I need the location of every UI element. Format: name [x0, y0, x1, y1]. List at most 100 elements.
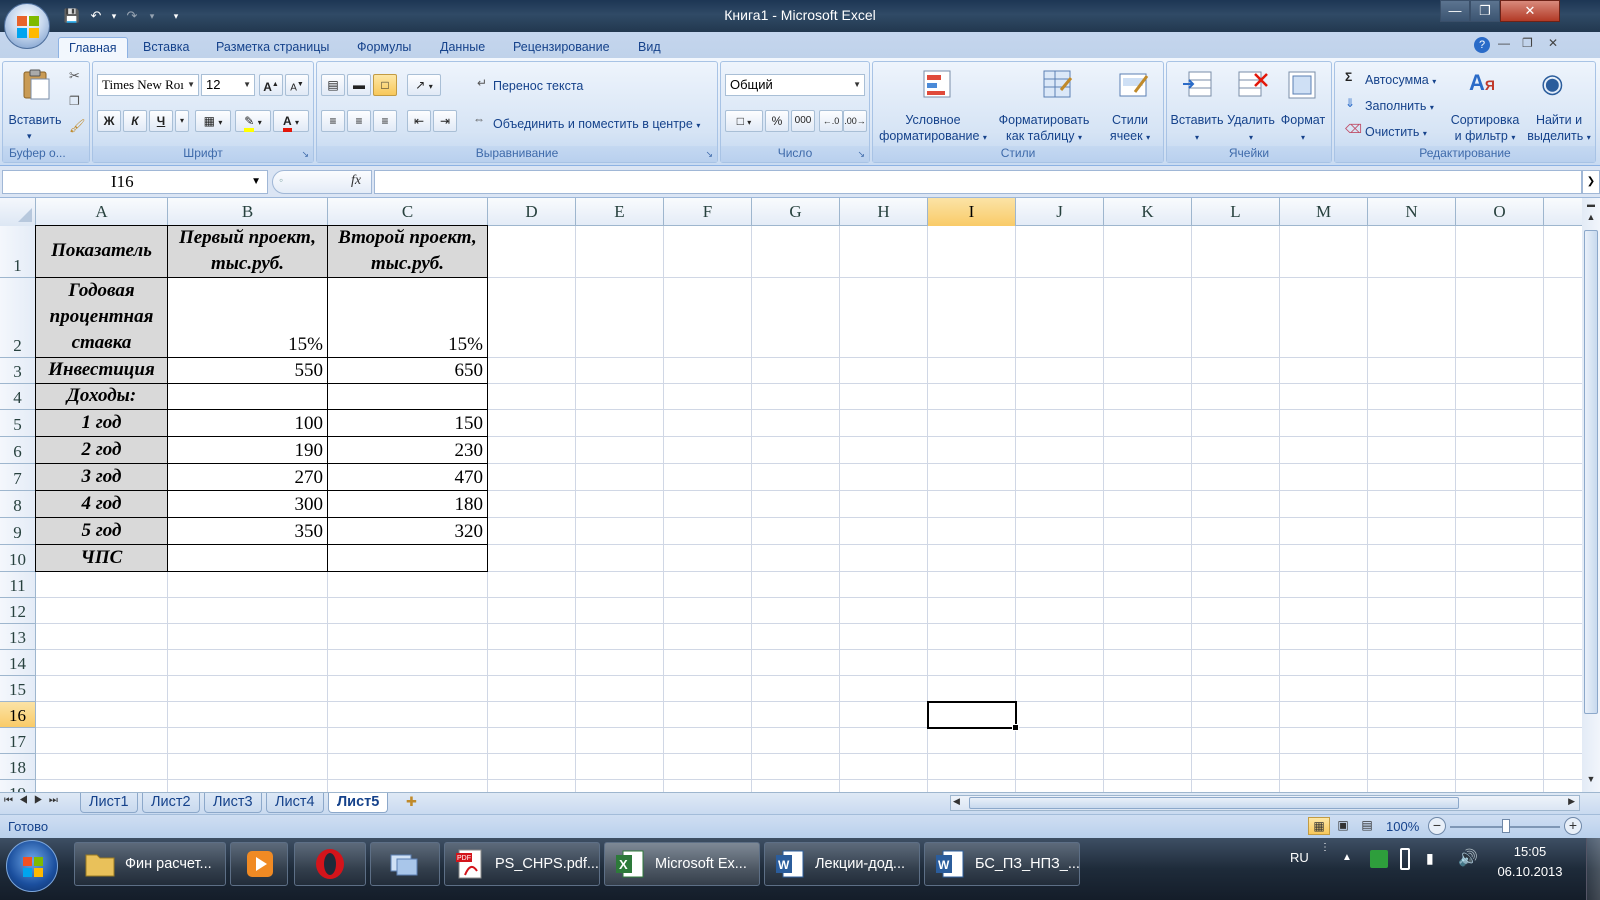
paste-icon[interactable] — [19, 68, 53, 102]
cell-styles-button[interactable]: Стили ячеек ▾ — [1095, 112, 1165, 146]
zoom-in-icon[interactable]: + — [1564, 817, 1582, 835]
cell-A2[interactable]: Годовая процентная ставка — [35, 277, 168, 358]
sheet-tab-2[interactable]: Лист2 — [142, 793, 200, 813]
copy-icon[interactable]: ❐ — [69, 94, 80, 108]
sheet-tab-1[interactable]: Лист1 — [80, 793, 138, 813]
scroll-up-icon[interactable]: ▲ — [1584, 212, 1598, 228]
column-header-D[interactable]: D — [488, 198, 576, 226]
cell-A10[interactable]: ЧПС — [35, 544, 168, 572]
cell-B9[interactable]: 350 — [167, 517, 328, 545]
row-header-2[interactable]: 2 — [0, 278, 36, 358]
increase-indent-icon[interactable]: ⇥ — [433, 110, 457, 132]
increase-decimal-icon[interactable]: ←.0 — [819, 110, 843, 132]
grow-font-icon[interactable]: A▲ — [259, 74, 283, 96]
sort-filter-button[interactable]: Сортировка и фильтр ▾ — [1445, 112, 1525, 146]
taskbar-item-explorer[interactable] — [370, 842, 440, 886]
cell-C4[interactable] — [327, 383, 488, 410]
split-box-icon[interactable]: ▬ — [1584, 200, 1598, 210]
column-header-O[interactable]: O — [1456, 198, 1544, 226]
column-header-B[interactable]: B — [168, 198, 328, 226]
cell-B5[interactable]: 100 — [167, 409, 328, 437]
cell-C6[interactable]: 230 — [327, 436, 488, 464]
taskbar-item-pdf[interactable]: PDF PS_CHPS.pdf... — [444, 842, 600, 886]
tray-app-icon[interactable] — [1370, 850, 1388, 868]
ribbon-minimize-icon[interactable]: — — [1498, 36, 1510, 50]
bold-button[interactable]: Ж — [97, 110, 121, 132]
formula-cancel-icon[interactable]: ◦ — [279, 173, 283, 187]
scroll-left-icon[interactable]: ◀ — [953, 796, 960, 807]
cell-C7[interactable]: 470 — [327, 463, 488, 491]
font-size-select[interactable]: 12 ▼ — [201, 74, 255, 96]
cell-C1[interactable]: Второй проект, тыс.руб. — [327, 225, 488, 278]
find-select-button[interactable]: Найти и выделить ▾ — [1523, 112, 1595, 146]
taskbar-item-opera[interactable] — [294, 842, 366, 886]
row-header-17[interactable]: 17 — [0, 728, 36, 754]
column-header-N[interactable]: N — [1368, 198, 1456, 226]
align-right-icon[interactable]: ≡ — [373, 110, 397, 132]
workbook-close-icon[interactable]: ✕ — [1548, 36, 1558, 50]
zoom-level[interactable]: 100% — [1386, 819, 1419, 834]
sheet-nav-icons[interactable]: ⏮◀▶⏭ — [4, 795, 64, 806]
column-header-K[interactable]: K — [1104, 198, 1192, 226]
show-hidden-icons-icon[interactable]: ▲ — [1342, 852, 1352, 863]
undo-icon[interactable]: ↶ — [86, 6, 106, 26]
input-settings-icon[interactable]: ⋮ — [1320, 842, 1330, 853]
tab-data[interactable]: Данные — [430, 37, 495, 59]
battery-icon[interactable] — [1400, 848, 1410, 870]
expand-formula-bar-icon[interactable]: ❯ — [1582, 170, 1600, 194]
cell-C8[interactable]: 180 — [327, 490, 488, 518]
row-header-10[interactable]: 10 — [0, 545, 36, 572]
italic-button[interactable]: К — [123, 110, 147, 132]
sheet-tab-5[interactable]: Лист5 — [328, 793, 389, 813]
insert-cells-button[interactable]: Вставить ▾ — [1169, 112, 1225, 146]
cut-icon[interactable]: ✂ — [69, 68, 80, 84]
row-header-12[interactable]: 12 — [0, 598, 36, 624]
tab-formulas[interactable]: Формулы — [347, 37, 421, 59]
fill-button[interactable]: Заполнить ▾ — [1365, 98, 1434, 116]
cell-B1[interactable]: Первый проект, тыс.руб. — [167, 225, 328, 278]
row-header-18[interactable]: 18 — [0, 754, 36, 780]
paste-button[interactable]: Вставить — [5, 112, 65, 128]
cell-C5[interactable]: 150 — [327, 409, 488, 437]
zoom-out-icon[interactable]: − — [1428, 817, 1446, 835]
orientation-icon[interactable]: ↗ ▾ — [407, 74, 441, 96]
tab-home[interactable]: Главная — [58, 37, 128, 59]
volume-icon[interactable]: 🔊 — [1458, 848, 1478, 868]
vertical-scrollbar[interactable]: ▬ ▲ ▼ — [1582, 198, 1600, 794]
tab-page-layout[interactable]: Разметка страницы — [206, 37, 339, 59]
customize-qat-icon[interactable]: ▾ — [166, 6, 186, 26]
autosum-icon[interactable]: Σ — [1345, 70, 1352, 84]
normal-view-icon[interactable]: ▦ — [1308, 817, 1330, 835]
cell-B4[interactable] — [167, 383, 328, 410]
clock-time[interactable]: 15:05 — [1490, 844, 1570, 859]
column-header-C[interactable]: C — [328, 198, 488, 226]
cell-C3[interactable]: 650 — [327, 357, 488, 384]
alignment-dialog-launcher-icon[interactable]: ↘ — [705, 149, 713, 160]
column-header-L[interactable]: L — [1192, 198, 1280, 226]
cell-A9[interactable]: 5 год — [35, 517, 168, 545]
format-as-table-icon[interactable] — [1041, 68, 1075, 102]
row-header-4[interactable]: 4 — [0, 384, 36, 410]
row-header-14[interactable]: 14 — [0, 650, 36, 676]
row-header-1[interactable]: 1 — [0, 226, 36, 278]
column-header-E[interactable]: E — [576, 198, 664, 226]
cell-B2[interactable]: 15% — [167, 277, 328, 358]
shrink-font-icon[interactable]: A▼ — [285, 74, 309, 96]
row-header-13[interactable]: 13 — [0, 624, 36, 650]
tab-insert[interactable]: Вставка — [133, 37, 199, 59]
merge-center-icon[interactable]: ⇔ — [473, 112, 485, 126]
cell-B3[interactable]: 550 — [167, 357, 328, 384]
save-icon[interactable]: 💾 — [62, 6, 82, 26]
row-header-7[interactable]: 7 — [0, 464, 36, 491]
find-select-icon[interactable]: ◉ — [1541, 68, 1564, 99]
number-format-select[interactable]: Общий ▼ — [725, 74, 865, 96]
page-layout-view-icon[interactable]: ▣ — [1332, 817, 1354, 835]
tab-review[interactable]: Рецензирование — [503, 37, 620, 59]
sort-filter-icon[interactable]: AЯ — [1469, 70, 1495, 96]
cell-A6[interactable]: 2 год — [35, 436, 168, 464]
row-header-16[interactable]: 16 — [0, 702, 36, 728]
row-header-9[interactable]: 9 — [0, 518, 36, 545]
cell-A8[interactable]: 4 год — [35, 490, 168, 518]
taskbar-item-word-1[interactable]: W Лекции-дод... — [764, 842, 920, 886]
align-middle-icon[interactable]: ▬ — [347, 74, 371, 96]
